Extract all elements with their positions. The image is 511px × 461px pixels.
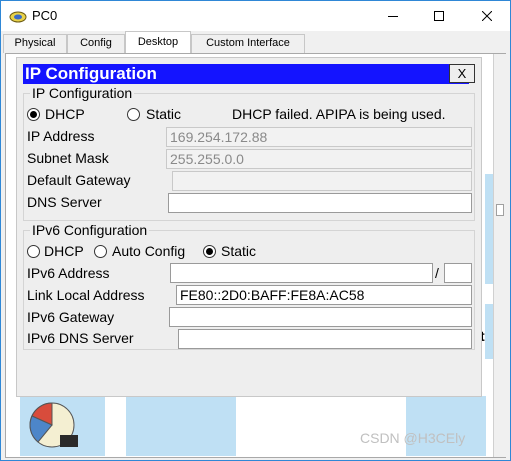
ip-address-label: IP Address (27, 128, 95, 144)
ipv4-static-label[interactable]: Static (146, 106, 181, 122)
ipv6-static-radio[interactable] (203, 245, 216, 258)
tab-custom-interface[interactable]: Custom Interface (191, 34, 305, 53)
ip-configuration-close-button[interactable]: X (449, 64, 475, 83)
desktop-app-tile (485, 304, 493, 359)
ipv4-group-title: IP Configuration (30, 85, 135, 101)
subnet-mask-label: Subnet Mask (27, 150, 109, 166)
ip-configuration-title-bar: IP Configuration (23, 64, 469, 84)
subnet-mask-field[interactable]: 255.255.0.0 (166, 149, 472, 169)
radio-selected-dot (206, 248, 213, 255)
link-local-address-field[interactable]: FE80::2D0:BAFF:FE8A:AC58 (176, 285, 472, 305)
desktop-app-tile (485, 174, 493, 284)
ipv4-configuration-group: IP Configuration DHCP Static DHCP failed… (23, 85, 475, 221)
tab-desktop[interactable]: Desktop (125, 31, 191, 53)
ipv6-address-field[interactable] (170, 263, 433, 283)
dns-server-label: DNS Server (27, 194, 102, 210)
link-local-address-label: Link Local Address (27, 287, 145, 303)
minimize-icon (388, 16, 398, 17)
ipv6-prefix-length-field[interactable] (444, 263, 472, 283)
minimize-button[interactable] (370, 1, 416, 31)
dhcp-status-text: DHCP failed. APIPA is being used. (232, 106, 446, 122)
ipv6-dns-server-label: IPv6 DNS Server (27, 330, 134, 346)
ipv6-group-title: IPv6 Configuration (30, 222, 150, 238)
close-icon (482, 11, 492, 21)
ipv6-dhcp-radio[interactable] (27, 245, 40, 258)
ipv6-dns-server-field[interactable] (178, 329, 472, 349)
packet-tracer-pc-icon (9, 10, 27, 23)
close-button[interactable] (464, 1, 510, 31)
ipv4-static-radio[interactable] (127, 108, 140, 121)
ip-address-field[interactable]: 169.254.172.88 (166, 127, 472, 147)
ipv6-gateway-label: IPv6 Gateway (27, 309, 115, 325)
ip-configuration-title: IP Configuration (25, 64, 157, 83)
ipv6-gateway-field[interactable] (169, 307, 472, 327)
desktop-scrollbar[interactable] (493, 54, 506, 457)
ipv4-dhcp-label[interactable]: DHCP (45, 106, 85, 122)
desktop-app-tile[interactable] (406, 396, 486, 456)
default-gateway-label: Default Gateway (27, 172, 131, 188)
ip-configuration-panel: IP Configuration X IP Configuration DHCP… (16, 57, 482, 397)
pie-chart-app-icon[interactable] (24, 398, 80, 448)
ipv4-dhcp-radio[interactable] (27, 108, 40, 121)
prefix-separator: / (435, 265, 439, 281)
tab-bar: Physical Config Desktop Custom Interface (1, 31, 510, 53)
maximize-icon (434, 11, 444, 21)
ipv6-configuration-group: IPv6 Configuration DHCP Auto Config Stat… (23, 222, 475, 350)
default-gateway-field[interactable] (172, 171, 472, 191)
ipv6-address-label: IPv6 Address (27, 265, 110, 281)
ipv6-auto-config-radio[interactable] (94, 245, 107, 258)
ipv6-static-label[interactable]: Static (221, 243, 256, 259)
dns-server-field[interactable] (168, 193, 472, 213)
radio-selected-dot (30, 111, 37, 118)
watermark-text: CSDN @H3CEly (360, 430, 466, 446)
scrollbar-thumb[interactable] (496, 204, 504, 216)
tab-physical[interactable]: Physical (3, 34, 67, 53)
ipv6-dhcp-label[interactable]: DHCP (44, 243, 84, 259)
ipv6-auto-config-label[interactable]: Auto Config (112, 243, 185, 259)
tab-config[interactable]: Config (67, 34, 125, 53)
window-title: PC0 (32, 8, 58, 23)
application-window: PC0 Physical Config Desktop Custom Inter… (0, 0, 511, 461)
window-title-bar[interactable]: PC0 (1, 1, 510, 31)
desktop-app-tile[interactable] (126, 396, 236, 456)
maximize-button[interactable] (416, 1, 462, 31)
